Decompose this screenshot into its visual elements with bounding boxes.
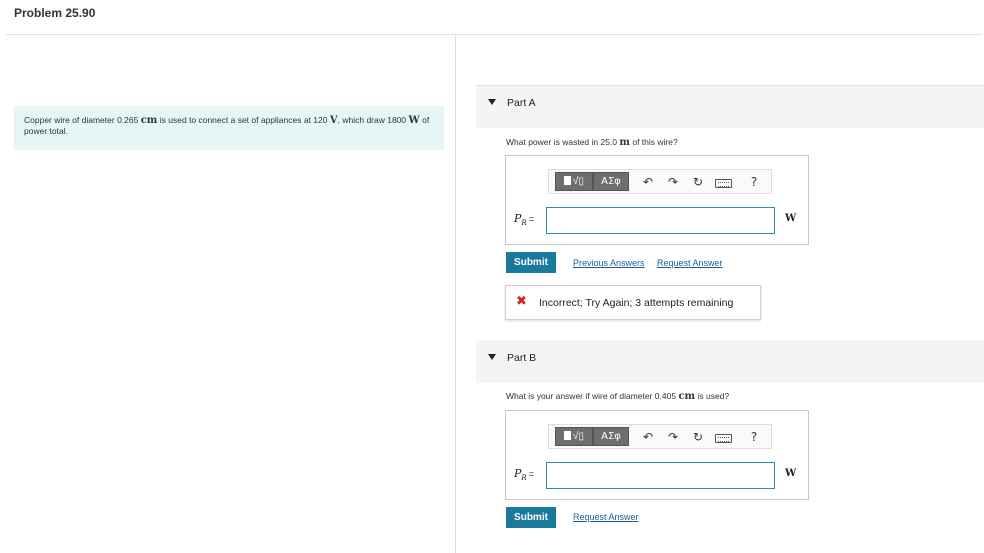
header-divider bbox=[6, 34, 982, 35]
greek-symbols-button[interactable]: ΑΣφ bbox=[593, 172, 629, 191]
unit-cm: cm bbox=[140, 115, 158, 126]
redo-icon[interactable]: ↷ bbox=[666, 428, 680, 446]
equals-sign: = bbox=[528, 469, 534, 479]
part-b-request-answer-link[interactable]: Request Answer bbox=[573, 512, 639, 522]
variable-label: PR = bbox=[514, 467, 534, 482]
collapse-triangle-icon[interactable] bbox=[488, 354, 496, 360]
undo-icon[interactable]: ↶ bbox=[641, 428, 655, 446]
reset-icon[interactable]: ↻ bbox=[691, 173, 705, 191]
templates-button[interactable]: √▯ bbox=[555, 427, 593, 446]
part-b-question-text-2: is used? bbox=[695, 391, 730, 401]
keyboard-icon[interactable] bbox=[715, 434, 732, 443]
problem-statement: Copper wire of diameter 0.265 cm is used… bbox=[14, 106, 444, 150]
part-a-request-answer-link[interactable]: Request Answer bbox=[657, 258, 723, 268]
column-divider bbox=[455, 35, 456, 553]
undo-icon[interactable]: ↶ bbox=[641, 173, 655, 191]
reset-icon[interactable]: ↻ bbox=[691, 428, 705, 446]
previous-answers-link[interactable]: Previous Answers bbox=[573, 258, 645, 268]
feedback-message: ✖ Incorrect; Try Again; 3 attempts remai… bbox=[505, 285, 761, 320]
part-a-submit-button[interactable]: Submit bbox=[506, 252, 556, 273]
templates-label: √▯ bbox=[573, 431, 584, 442]
part-b-answer-box: √▯ ΑΣφ ↶ ↷ ↻ ? PR = W bbox=[505, 410, 809, 500]
unit-watt: W bbox=[408, 115, 420, 126]
templates-label: √▯ bbox=[573, 176, 584, 187]
part-b-header[interactable]: Part B bbox=[476, 340, 984, 383]
part-a-header[interactable]: Part A bbox=[476, 85, 984, 128]
templates-button[interactable]: √▯ bbox=[555, 172, 593, 191]
part-a-question: What power is wasted in 25.0 m of this w… bbox=[506, 137, 678, 148]
var-sub: R bbox=[521, 474, 527, 483]
unit-label: W bbox=[785, 213, 797, 224]
feedback-text: Incorrect; Try Again; 3 attempts remaini… bbox=[539, 297, 734, 309]
part-a-answer-input[interactable] bbox=[546, 207, 775, 234]
variable-label: PR = bbox=[514, 212, 534, 227]
math-toolbar: √▯ ΑΣφ ↶ ↷ ↻ ? bbox=[548, 169, 772, 194]
keyboard-icon[interactable] bbox=[715, 179, 732, 188]
collapse-triangle-icon[interactable] bbox=[488, 99, 496, 105]
redo-icon[interactable]: ↷ bbox=[666, 173, 680, 191]
unit-label: W bbox=[785, 468, 797, 479]
part-b-question: What is your answer if wire of diameter … bbox=[506, 391, 729, 402]
part-a-answer-box: √▯ ΑΣφ ↶ ↷ ↻ ? PR = W bbox=[505, 155, 809, 245]
part-a-label: Part A bbox=[507, 97, 536, 109]
part-b-submit-button[interactable]: Submit bbox=[506, 507, 556, 528]
equals-sign: = bbox=[528, 214, 534, 224]
unit-volt: V bbox=[329, 115, 338, 126]
incorrect-icon: ✖ bbox=[516, 294, 527, 309]
part-b-question-text-1: What is your answer if wire of diameter … bbox=[506, 391, 679, 401]
part-b-answer-input[interactable] bbox=[546, 462, 775, 489]
help-button[interactable]: ? bbox=[747, 428, 761, 446]
part-a-question-text-2: of this wire? bbox=[629, 137, 678, 147]
math-toolbar: √▯ ΑΣφ ↶ ↷ ↻ ? bbox=[548, 424, 772, 449]
part-a-question-unit: m bbox=[619, 137, 630, 148]
part-b-label: Part B bbox=[507, 352, 537, 364]
greek-symbols-button[interactable]: ΑΣφ bbox=[593, 427, 629, 446]
problem-text-1: Copper wire of diameter 0.265 bbox=[24, 115, 141, 125]
help-button[interactable]: ? bbox=[747, 173, 761, 191]
var-sub: R bbox=[521, 219, 527, 228]
problem-text-3: , which draw 1800 bbox=[337, 115, 409, 125]
part-b-question-unit: cm bbox=[678, 391, 696, 402]
page-title: Problem 25.90 bbox=[14, 6, 96, 20]
problem-text-2: is used to connect a set of appliances a… bbox=[157, 115, 330, 125]
part-a-question-text-1: What power is wasted in 25.0 bbox=[506, 137, 620, 147]
